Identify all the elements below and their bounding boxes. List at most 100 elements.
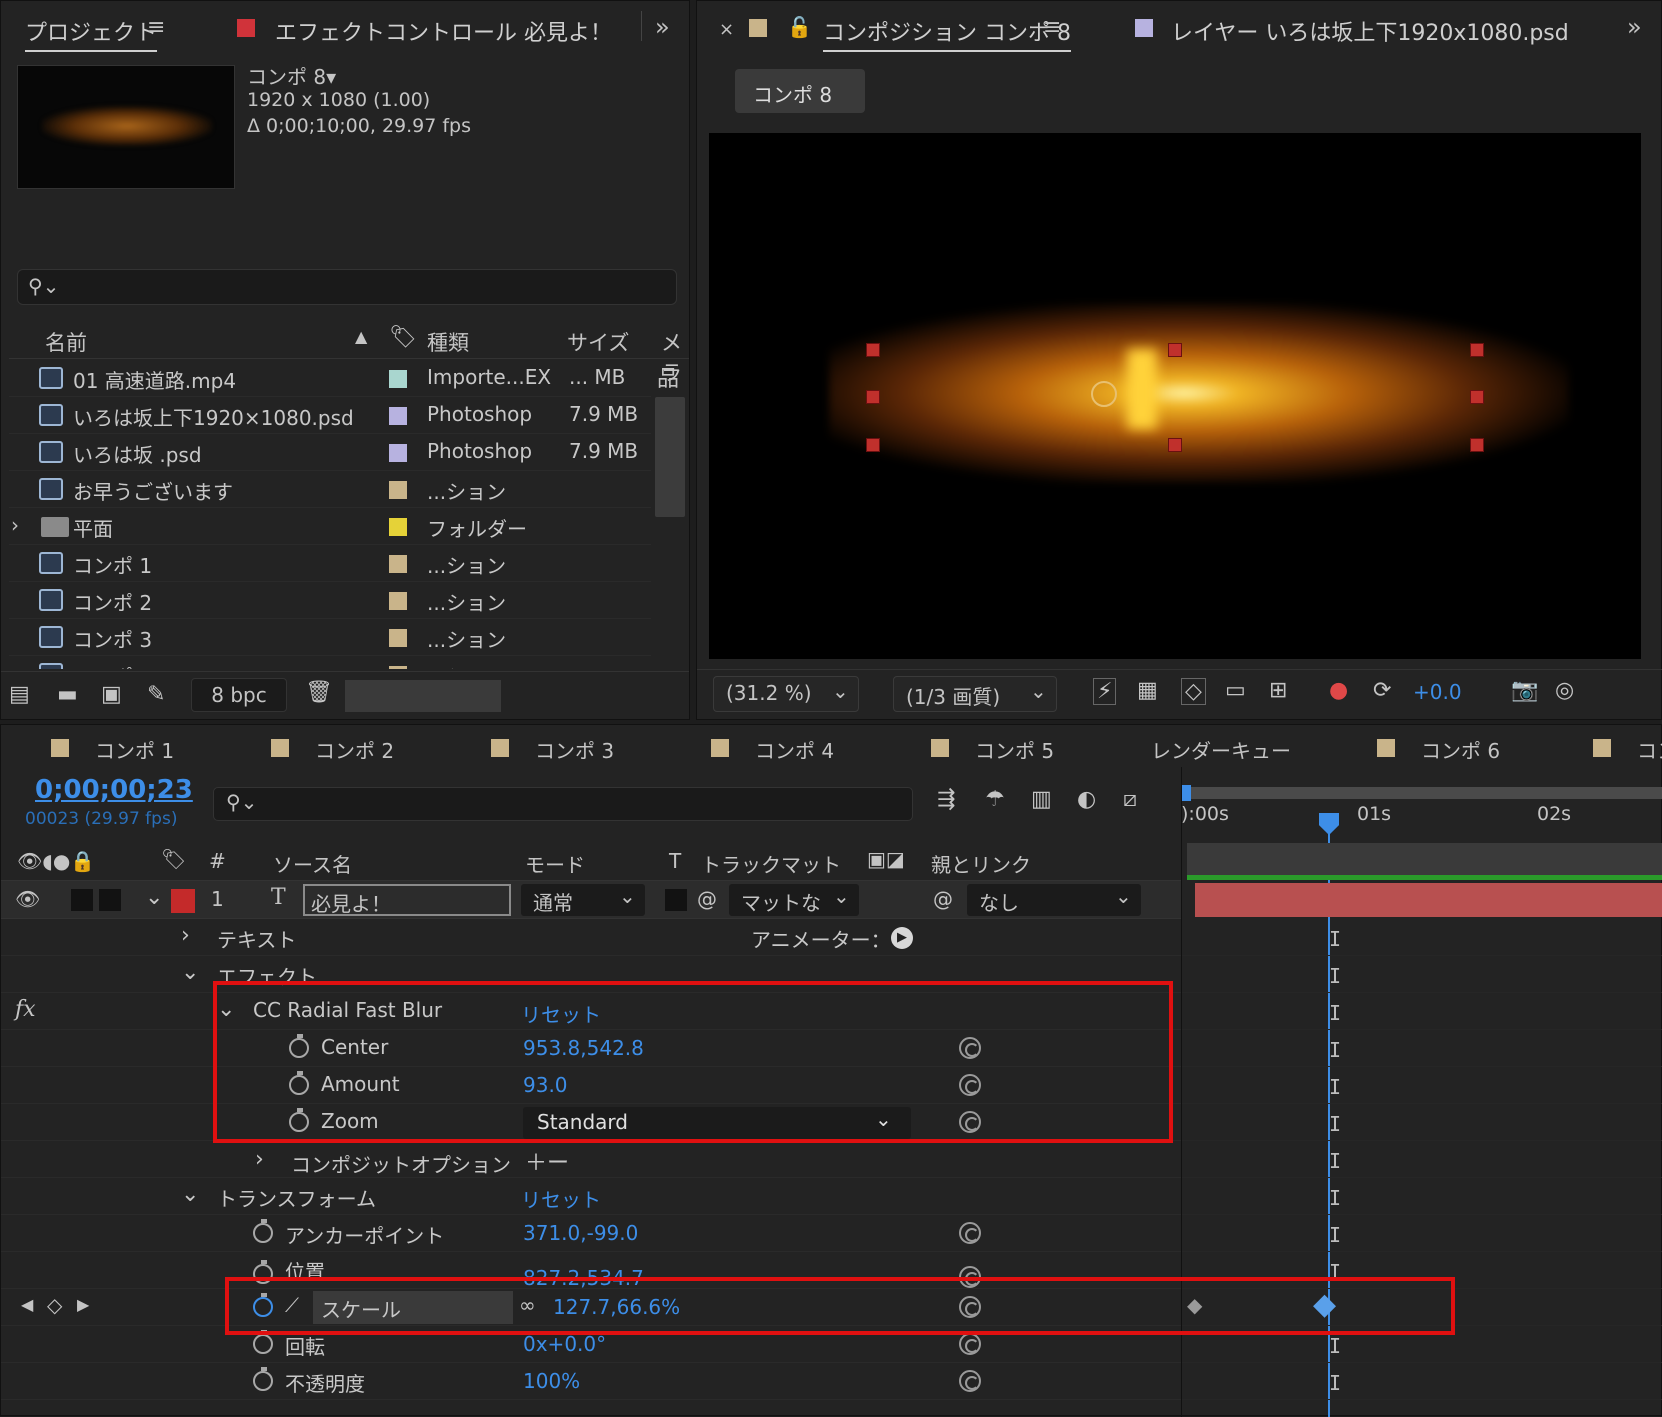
frame-blending-icon[interactable]: ▥: [1031, 787, 1052, 812]
expression-pickwhip-icon[interactable]: [959, 1333, 981, 1355]
project-item[interactable]: › 平面 フォルダー: [9, 509, 651, 545]
shy-layers-icon[interactable]: ☂: [985, 787, 1005, 812]
project-item[interactable]: 01 高速道路.mp4 Importe...EX ... MB: [9, 361, 651, 397]
solo-switch[interactable]: [71, 889, 93, 911]
grid-guides-icon[interactable]: ⊞: [1269, 678, 1287, 703]
timeline-search-input[interactable]: ⚲⌄: [213, 787, 913, 821]
bpc-button[interactable]: 8 bpc: [191, 678, 287, 712]
chevron-right-icon[interactable]: ›: [255, 1147, 264, 1172]
timeline-tab[interactable]: コンポ 5: [975, 735, 1054, 764]
panel-overflow-icon[interactable]: »: [1627, 13, 1642, 41]
layer-row[interactable]: 👁 ⌄ 1 T 必見よ！ 通常 ⌄ @ マットな ⌄ @ なし ⌄: [1, 881, 1181, 919]
work-area-start-handle[interactable]: [1181, 785, 1191, 801]
col-track-matte[interactable]: トラックマット: [701, 849, 841, 878]
current-timecode[interactable]: 0;00;00;23: [35, 775, 193, 805]
item-label-swatch[interactable]: [389, 629, 407, 647]
layer-label-color[interactable]: [171, 889, 195, 913]
label-tag-icon[interactable]: 🏷: [161, 847, 186, 871]
item-label-swatch[interactable]: [389, 518, 407, 536]
tab-composition[interactable]: コンポジション コンポ 8: [823, 15, 1071, 47]
layer-name-field[interactable]: 必見よ！: [303, 884, 511, 916]
zoom-dropdown[interactable]: (31.2 %) ⌄: [713, 676, 859, 712]
animator-play-icon[interactable]: ▶: [891, 927, 913, 949]
item-label-swatch[interactable]: [389, 555, 407, 573]
opacity-value[interactable]: 100%: [523, 1369, 580, 1393]
bbox-handle[interactable]: [1470, 343, 1484, 357]
bbox-handle[interactable]: [1168, 438, 1182, 452]
bbox-handle[interactable]: [1470, 390, 1484, 404]
item-label-swatch[interactable]: [389, 481, 407, 499]
close-tab-icon[interactable]: ×: [719, 19, 734, 40]
bbox-handle[interactable]: [866, 438, 880, 452]
lock-icon[interactable]: 🔓: [787, 15, 812, 39]
timeline-tab[interactable]: コンポ 1: [95, 735, 174, 764]
chevron-down-icon[interactable]: ⌄: [181, 960, 199, 985]
chevron-down-icon[interactable]: ⌄: [145, 885, 163, 910]
transparency-grid-icon[interactable]: ▦: [1137, 678, 1158, 703]
resolution-dropdown[interactable]: (1/3 画質) ⌄: [893, 676, 1057, 712]
switches-icon[interactable]: ▣◪: [867, 847, 905, 871]
timeline-tab[interactable]: コンポ 2: [315, 735, 394, 764]
add-keyframe-icon[interactable]: ◇: [47, 1293, 62, 1317]
new-folder-icon[interactable]: ▬: [57, 682, 78, 707]
stopwatch-icon[interactable]: [253, 1219, 273, 1243]
col-mode[interactable]: モード: [525, 849, 585, 878]
col-t[interactable]: T: [669, 849, 681, 873]
fx-icon[interactable]: fx: [15, 997, 36, 1022]
matte-pickwhip-icon[interactable]: @: [697, 887, 717, 911]
fast-preview-icon[interactable]: ⚡: [1093, 678, 1117, 705]
search-field-footer[interactable]: [345, 680, 501, 712]
rotation-value[interactable]: 0x+0.0°: [523, 1332, 606, 1356]
channel-rgb-icon[interactable]: ●: [1329, 678, 1348, 703]
color-management-icon[interactable]: ⟳: [1373, 678, 1391, 703]
lock-switch[interactable]: [99, 889, 121, 911]
parent-dropdown[interactable]: なし ⌄: [967, 884, 1141, 916]
show-snapshot-icon[interactable]: ◎: [1555, 678, 1574, 703]
parent-pickwhip-icon[interactable]: @: [933, 887, 953, 911]
stopwatch-icon[interactable]: [253, 1367, 273, 1391]
project-item[interactable]: コンポ 2 ...ション: [9, 583, 651, 619]
project-item[interactable]: コンポ 1 ...ション: [9, 546, 651, 582]
stopwatch-icon[interactable]: [253, 1330, 273, 1354]
project-item[interactable]: お早うございます ...ション: [9, 472, 651, 508]
timeline-tab[interactable]: レンダーキュー: [1151, 735, 1291, 764]
mask-path-icon[interactable]: ◇: [1181, 678, 1206, 705]
track-matte-dropdown[interactable]: マットな ⌄: [729, 884, 859, 916]
next-keyframe-icon[interactable]: ▶: [77, 1295, 89, 1314]
col-number[interactable]: #: [209, 849, 226, 873]
blend-mode-dropdown[interactable]: 通常 ⌄: [521, 884, 645, 916]
bbox-handle[interactable]: [866, 343, 880, 357]
chevron-right-icon[interactable]: ›: [181, 923, 190, 948]
item-label-swatch[interactable]: [389, 444, 407, 462]
expression-pickwhip-icon[interactable]: [959, 1222, 981, 1244]
project-item[interactable]: いろは坂 .psd Photoshop 7.9 MB: [9, 435, 651, 471]
project-item[interactable]: コンポ 4 ...ション: [9, 657, 651, 669]
project-item[interactable]: いろは坂上下1920×1080.psd Photoshop 7.9 MB: [9, 398, 651, 434]
bbox-handle[interactable]: [1168, 343, 1182, 357]
flowchart-icon[interactable]: 品: [657, 361, 679, 393]
project-scrollbar[interactable]: [655, 397, 685, 517]
anchor-point-crosshair[interactable]: [1091, 381, 1117, 407]
anchor-value[interactable]: 371.0,-99.0: [523, 1221, 638, 1245]
panel-overflow-icon[interactable]: »: [655, 13, 670, 41]
work-area-bar[interactable]: [1187, 787, 1662, 799]
timeline-tab[interactable]: コンポ 4: [755, 735, 834, 764]
prev-keyframe-icon[interactable]: ◀: [21, 1295, 33, 1314]
expand-chevron-icon[interactable]: ›: [11, 513, 19, 537]
expression-pickwhip-icon[interactable]: [959, 1370, 981, 1392]
trash-icon[interactable]: 🗑: [305, 680, 333, 705]
transform-reset-link[interactable]: リセット: [521, 1184, 601, 1213]
render-brush-icon[interactable]: ✎: [147, 682, 165, 707]
bbox-handle[interactable]: [1470, 438, 1484, 452]
comp-viewer[interactable]: [709, 133, 1641, 659]
item-label-swatch[interactable]: [389, 407, 407, 425]
region-of-interest-icon[interactable]: ▭: [1225, 678, 1246, 703]
item-label-swatch[interactable]: [389, 666, 407, 669]
composition-mini-flowchart-icon[interactable]: ⇶: [937, 787, 955, 812]
col-source-name[interactable]: ソース名: [273, 849, 352, 878]
item-label-swatch[interactable]: [389, 370, 407, 388]
timeline-tab[interactable]: コンポ 3: [535, 735, 614, 764]
chevron-down-icon[interactable]: ⌄: [181, 1182, 199, 1207]
interpret-footage-icon[interactable]: ▤: [9, 682, 30, 707]
graph-editor-icon[interactable]: ⧄: [1123, 787, 1137, 812]
